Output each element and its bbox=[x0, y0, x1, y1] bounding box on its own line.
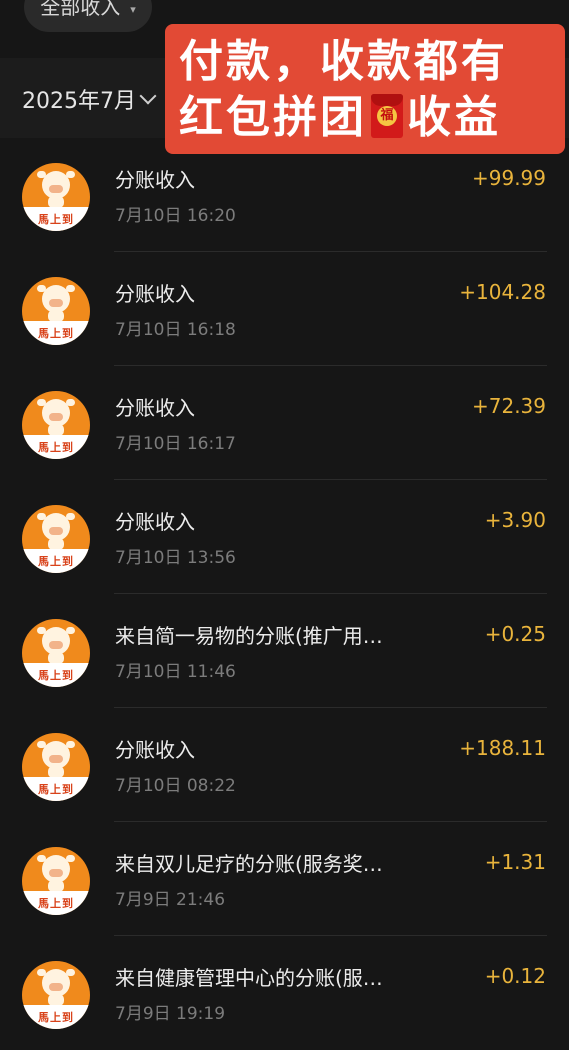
item-time: 7月10日 16:17 bbox=[115, 434, 236, 454]
item-title: 分账收入 bbox=[115, 282, 195, 306]
item-title: 来自简一易物的分账(推广用… bbox=[115, 624, 383, 648]
item-time: 7月10日 16:18 bbox=[115, 320, 236, 340]
item-title: 分账收入 bbox=[115, 510, 195, 534]
red-envelope-icon: 福 bbox=[371, 94, 403, 138]
merchant-logo-icon: 馬上到 bbox=[22, 505, 90, 573]
fu-character: 福 bbox=[377, 106, 397, 126]
item-title: 分账收入 bbox=[115, 168, 195, 192]
merchant-logo-icon: 馬上到 bbox=[22, 733, 90, 801]
merchant-logo-icon: 馬上到 bbox=[22, 277, 90, 345]
logo-brand-text: 馬上到 bbox=[38, 441, 74, 454]
merchant-logo-icon: 馬上到 bbox=[22, 847, 90, 915]
merchant-logo-icon: 馬上到 bbox=[22, 961, 90, 1029]
merchant-logo-icon: 馬上到 bbox=[22, 391, 90, 459]
month-label: 2025年7月 bbox=[22, 89, 136, 114]
item-time: 7月9日 19:19 bbox=[115, 1004, 226, 1024]
item-title: 来自健康管理中心的分账(服… bbox=[115, 966, 383, 990]
logo-brand-text: 馬上到 bbox=[38, 213, 74, 226]
merchant-logo-icon: 馬上到 bbox=[22, 619, 90, 687]
income-filter-dropdown[interactable]: 全部收入 ▾ bbox=[24, 0, 152, 32]
item-time: 7月10日 13:56 bbox=[115, 548, 236, 568]
list-item[interactable]: 馬上到 分账收入 7月10日 16:17 +72.39 bbox=[0, 366, 569, 480]
list-item[interactable]: 馬上到 来自双儿足疗的分账(服务奖… 7月9日 21:46 +1.31 bbox=[0, 822, 569, 936]
item-time: 7月10日 08:22 bbox=[115, 776, 236, 796]
logo-brand-text: 馬上到 bbox=[38, 783, 74, 796]
list-item[interactable]: 馬上到 分账收入 7月10日 13:56 +3.90 bbox=[0, 480, 569, 594]
list-item[interactable]: 馬上到 分账收入 7月10日 16:20 +99.99 bbox=[0, 138, 569, 252]
item-amount: +104.28 bbox=[459, 280, 546, 304]
month-selector[interactable]: 2025年7月 bbox=[22, 83, 157, 115]
item-amount: +188.11 bbox=[459, 736, 546, 760]
logo-brand-text: 馬上到 bbox=[38, 669, 74, 682]
promo-banner: 付款，收款都有 红包拼团福收益 bbox=[165, 24, 565, 154]
item-amount: +1.31 bbox=[484, 850, 546, 874]
list-item[interactable]: 馬上到 来自健康管理中心的分账(服… 7月9日 19:19 +0.12 bbox=[0, 936, 569, 1050]
item-amount: +3.90 bbox=[484, 508, 546, 532]
logo-brand-text: 馬上到 bbox=[38, 1011, 74, 1024]
item-title: 来自双儿足疗的分账(服务奖… bbox=[115, 852, 383, 876]
merchant-logo-icon: 馬上到 bbox=[22, 163, 90, 231]
item-amount: +0.12 bbox=[484, 964, 546, 988]
chevron-down-icon bbox=[139, 87, 157, 105]
caret-down-icon: ▾ bbox=[130, 3, 136, 16]
item-amount: +99.99 bbox=[471, 166, 546, 190]
logo-brand-text: 馬上到 bbox=[38, 555, 74, 568]
item-amount: +72.39 bbox=[471, 394, 546, 418]
promo-line-2-right: 收益 bbox=[407, 92, 501, 143]
list-item[interactable]: 馬上到 分账收入 7月10日 08:22 +188.11 bbox=[0, 708, 569, 822]
item-title: 分账收入 bbox=[115, 738, 195, 762]
item-time: 7月10日 16:20 bbox=[115, 206, 236, 226]
income-filter-label: 全部收入 bbox=[40, 0, 121, 19]
list-item[interactable]: 馬上到 来自简一易物的分账(推广用… 7月10日 11:46 +0.25 bbox=[0, 594, 569, 708]
logo-brand-text: 馬上到 bbox=[38, 327, 74, 340]
item-time: 7月10日 11:46 bbox=[115, 662, 236, 682]
promo-line-2-left: 红包拼团 bbox=[179, 92, 367, 143]
item-title: 分账收入 bbox=[115, 396, 195, 420]
logo-brand-text: 馬上到 bbox=[38, 897, 74, 910]
list-item[interactable]: 馬上到 分账收入 7月10日 16:18 +104.28 bbox=[0, 252, 569, 366]
item-time: 7月9日 21:46 bbox=[115, 890, 226, 910]
item-amount: +0.25 bbox=[484, 622, 546, 646]
income-list: 馬上到 分账收入 7月10日 16:20 +99.99 馬上到 分账收入 7月1… bbox=[0, 138, 569, 1050]
promo-line-1: 付款，收款都有 bbox=[179, 36, 508, 87]
